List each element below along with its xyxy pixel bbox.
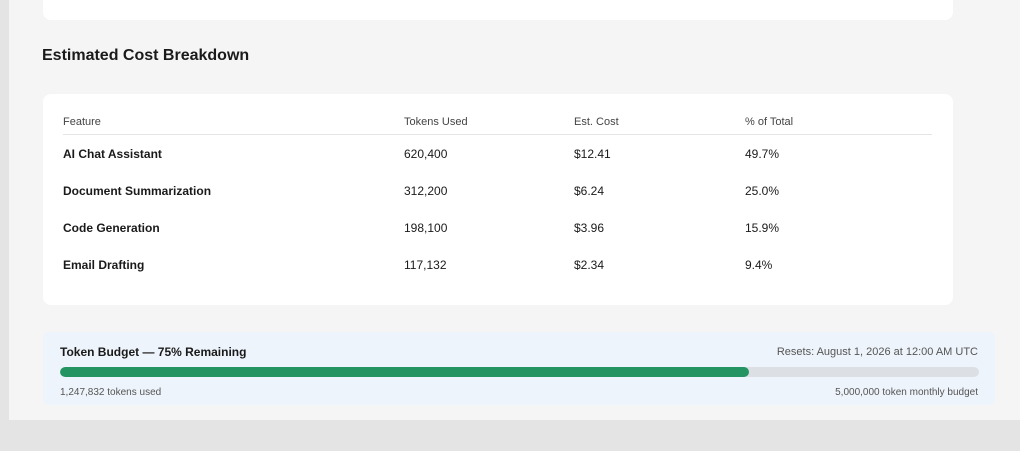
table-row: Document Summarization 312,200 $6.24 25.…: [63, 172, 932, 209]
budget-title: Token Budget — 75% Remaining: [60, 345, 247, 359]
feature-cell: AI Chat Assistant: [63, 146, 162, 161]
tokens-cell: 198,100: [404, 220, 448, 235]
tokens-used-label: 1,247,832 tokens used: [60, 387, 162, 398]
previous-card: [43, 0, 953, 20]
tokens-cell: 620,400: [404, 146, 448, 161]
monthly-budget-label: 5,000,000 token monthly budget: [835, 387, 978, 398]
cost-cell: $3.96: [574, 220, 605, 235]
table-row: Email Drafting 117,132 $2.34 9.4%: [63, 246, 932, 283]
table-header-row: Feature Tokens Used Est. Cost % of Total: [63, 110, 932, 135]
budget-progress-track: [60, 367, 979, 377]
column-header-tokens-used: Tokens Used: [404, 110, 574, 135]
section-title: Estimated Cost Breakdown: [42, 47, 250, 64]
feature-cell: Email Drafting: [63, 257, 145, 272]
cost-cell: $12.41: [574, 146, 611, 161]
page-content: Estimated Cost Breakdown Feature Tokens …: [9, 0, 1020, 420]
column-header-feature: Feature: [63, 110, 404, 135]
feature-cell: Document Summarization: [63, 183, 212, 198]
token-budget-card: Token Budget — 75% Remaining Resets: Aug…: [43, 332, 995, 405]
column-header-percent-of-total: % of Total: [745, 110, 932, 135]
budget-progress-fill: [60, 367, 750, 377]
percent-cell: 15.9%: [745, 220, 780, 235]
tokens-cell: 117,132: [404, 257, 447, 272]
table-row: AI Chat Assistant 620,400 $12.41 49.7%: [63, 135, 932, 173]
column-header-est-cost: Est. Cost: [574, 110, 745, 135]
cost-cell: $6.24: [574, 183, 605, 198]
cost-cell: $2.34: [574, 257, 605, 272]
percent-cell: 25.0%: [745, 183, 780, 198]
percent-cell: 9.4%: [745, 257, 773, 272]
tokens-cell: 312,200: [404, 183, 448, 198]
table-row: Code Generation 198,100 $3.96 15.9%: [63, 209, 932, 246]
cost-breakdown-table: Feature Tokens Used Est. Cost % of Total…: [63, 110, 932, 283]
cost-breakdown-card: Feature Tokens Used Est. Cost % of Total…: [43, 94, 953, 305]
feature-cell: Code Generation: [63, 220, 160, 235]
budget-reset-text: Resets: August 1, 2026 at 12:00 AM UTC: [776, 346, 978, 358]
percent-cell: 49.7%: [745, 146, 780, 161]
